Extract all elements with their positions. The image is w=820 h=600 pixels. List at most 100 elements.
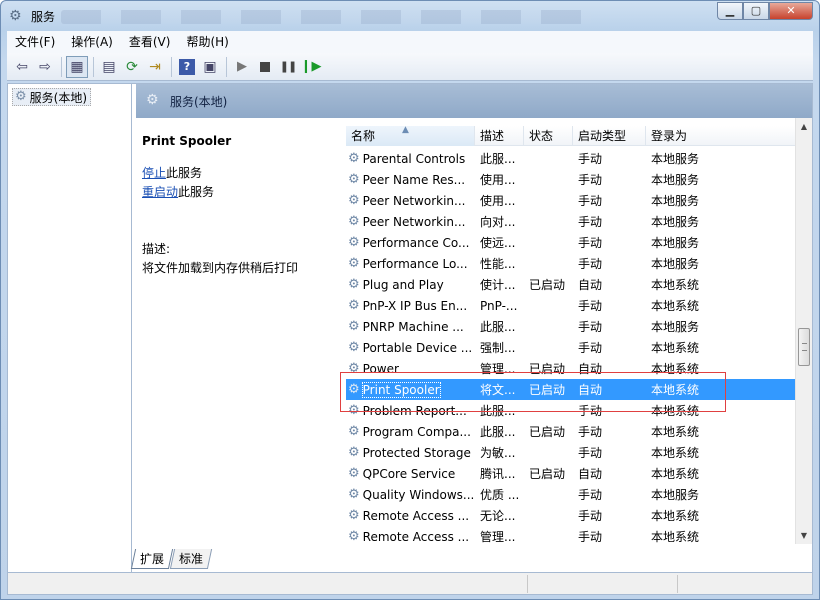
table-row[interactable]: ⚙ Program Compa... 此服... 已启动 手动 本地系统 <box>346 421 796 442</box>
console-tree-icon[interactable]: ▦ <box>66 55 88 78</box>
description-text: 将文件加载到内存供稍后打印 <box>142 261 299 275</box>
service-description: 此服... <box>480 320 516 334</box>
title-bar[interactable]: ⚙ 服务 ▁ ▢ ✕ <box>1 1 819 31</box>
column-header-log-on-as[interactable]: 登录为 <box>646 126 796 146</box>
stop-service-link[interactable]: 停止 <box>142 166 166 180</box>
maximize-button[interactable]: ▢ <box>743 2 769 20</box>
tab-label: 扩展 <box>140 552 165 566</box>
service-name: Quality Windows... <box>362 487 475 502</box>
scrollbar-thumb[interactable] <box>798 328 810 366</box>
properties-icon[interactable]: ▤ <box>98 56 120 78</box>
service-startup-type: 自动 <box>578 467 603 481</box>
show-hide-pane-icon[interactable]: ▣ <box>199 56 221 78</box>
table-row[interactable]: ⚙ Parental Controls 此服... 手动 本地服务 <box>346 148 796 169</box>
stop-service-button[interactable] <box>254 56 276 78</box>
service-log-on-as: 本地服务 <box>651 152 700 166</box>
refresh-icon[interactable]: ⟳ <box>121 56 143 78</box>
gear-icon: ⚙ <box>348 529 360 544</box>
service-startup-type: 手动 <box>578 173 603 187</box>
status-bar <box>7 573 813 595</box>
table-row[interactable]: ⚙ Peer Name Res... 使用... 手动 本地服务 <box>346 169 796 190</box>
service-description: 使用... <box>480 194 516 208</box>
help-button[interactable]: ? <box>176 56 198 78</box>
tab-standard[interactable]: 标准 <box>169 549 213 569</box>
tab-extended[interactable]: 扩展 <box>130 549 174 569</box>
service-startup-type: 手动 <box>578 488 603 502</box>
service-log-on-as: 本地系统 <box>651 509 700 523</box>
service-startup-type: 手动 <box>578 152 603 166</box>
forward-arrow-icon[interactable]: ⇨ <box>34 56 56 78</box>
scroll-up-icon[interactable]: ▲ <box>796 118 812 135</box>
gear-icon: ⚙ <box>348 424 360 439</box>
restart-service-link[interactable]: 重启动 <box>142 185 178 199</box>
table-row[interactable]: ⚙ QPCore Service 腾讯... 已启动 自动 本地系统 <box>346 463 796 484</box>
service-name: Remote Access ... <box>362 508 470 523</box>
tree-item-services-local[interactable]: ⚙ 服务(本地) <box>12 88 92 106</box>
menu-action[interactable]: 操作(A) <box>63 31 121 53</box>
table-row[interactable]: ⚙ Portable Device ... 强制... 手动 本地系统 <box>346 337 796 358</box>
table-row[interactable]: ⚙ PnP-X IP Bus En... PnP-... 手动 本地系统 <box>346 295 796 316</box>
service-startup-type: 自动 <box>578 278 603 292</box>
column-header-startup-type[interactable]: 启动类型 <box>573 126 646 146</box>
column-header-label: 名称 <box>351 129 376 143</box>
service-name-cell: ⚙ Protected Storage <box>346 446 475 460</box>
column-header-name[interactable]: ▲ 名称 <box>346 125 475 146</box>
back-arrow-icon[interactable]: ⇦ <box>11 56 33 78</box>
service-name-cell: ⚙ QPCore Service <box>346 467 475 481</box>
table-row[interactable]: ⚙ PNRP Machine ... 此服... 手动 本地服务 <box>346 316 796 337</box>
table-row[interactable]: ⚙ Performance Co... 使远... 手动 本地服务 <box>346 232 796 253</box>
column-header-description[interactable]: 描述 <box>475 126 524 146</box>
service-name: Remote Access ... <box>362 529 470 544</box>
table-row[interactable]: ⚙ Peer Networkin... 使用... 手动 本地服务 <box>346 190 796 211</box>
export-list-icon[interactable]: ⇥ <box>144 56 166 78</box>
service-status: 已启动 <box>529 278 566 292</box>
service-name-cell: ⚙ Plug and Play <box>346 278 475 292</box>
menu-file[interactable]: 文件(F) <box>7 31 63 53</box>
table-row[interactable]: ⚙ Plug and Play 使计... 已启动 自动 本地系统 <box>346 274 796 295</box>
pause-service-icon: ❚❚ <box>279 60 297 73</box>
service-log-on-as: 本地系统 <box>651 467 700 481</box>
service-name-cell: ⚙ Parental Controls <box>346 152 475 166</box>
stop-service-icon <box>260 61 270 72</box>
window-title: 服务 <box>31 10 56 24</box>
help-icon: ? <box>179 58 195 75</box>
service-status: 已启动 <box>529 467 566 481</box>
table-row[interactable]: ⚙ Peer Networkin... 向对... 手动 本地服务 <box>346 211 796 232</box>
content-area: ⚙ 服务(本地) ⚙ 服务(本地) Print Spooler 停止此服务 重启… <box>7 83 813 573</box>
service-startup-type: 手动 <box>578 215 603 229</box>
scroll-down-icon[interactable]: ▼ <box>796 527 812 544</box>
column-header-status[interactable]: 状态 <box>524 126 573 146</box>
service-description: 腾讯... <box>480 467 516 481</box>
annotation-highlight-box <box>340 372 726 412</box>
service-description: 为敏... <box>480 446 516 460</box>
minimize-button[interactable]: ▁ <box>717 2 743 20</box>
services-pane: ⚙ 服务(本地) Print Spooler 停止此服务 重启动此服务 描述: … <box>136 84 812 572</box>
list-header: ▲ 名称 描述 状态 启动类型 登录为 <box>346 125 796 146</box>
close-button[interactable]: ✕ <box>769 2 813 20</box>
table-row[interactable]: ⚙ Performance Lo... 性能... 手动 本地服务 <box>346 253 796 274</box>
grip-icon <box>802 343 807 351</box>
table-row[interactable]: ⚙ Remote Access ... 无论... 手动 本地系统 <box>346 505 796 526</box>
service-name: Plug and Play <box>362 277 444 292</box>
menu-help[interactable]: 帮助(H) <box>178 31 236 53</box>
status-segment <box>8 575 528 593</box>
service-description: 优质 ... <box>480 488 520 502</box>
menu-view[interactable]: 查看(V) <box>121 31 179 53</box>
service-name: QPCore Service <box>362 466 456 481</box>
vertical-scrollbar[interactable]: ▲ ▼ <box>795 118 812 544</box>
service-name-cell: ⚙ Remote Access ... <box>346 509 475 523</box>
service-log-on-as: 本地系统 <box>651 299 700 313</box>
table-row[interactable]: ⚙ Remote Access ... 管理... 手动 本地系统 <box>346 526 796 545</box>
table-row[interactable]: ⚙ Protected Storage 为敏... 手动 本地系统 <box>346 442 796 463</box>
service-name-cell: ⚙ PnP-X IP Bus En... <box>346 299 475 313</box>
start-service-button[interactable]: ▶ <box>231 56 253 78</box>
gear-icon: ⚙ <box>348 445 360 460</box>
pane-header: ⚙ 服务(本地) <box>136 84 812 118</box>
service-log-on-as: 本地系统 <box>651 341 700 355</box>
toolbar-separator <box>61 56 62 77</box>
service-name: Portable Device ... <box>362 340 473 355</box>
service-description: 使计... <box>480 278 516 292</box>
table-row[interactable]: ⚙ Quality Windows... 优质 ... 手动 本地服务 <box>346 484 796 505</box>
pause-service-button[interactable]: ❚❚ <box>277 56 299 78</box>
restart-service-button[interactable]: ❙▶ <box>300 56 322 78</box>
